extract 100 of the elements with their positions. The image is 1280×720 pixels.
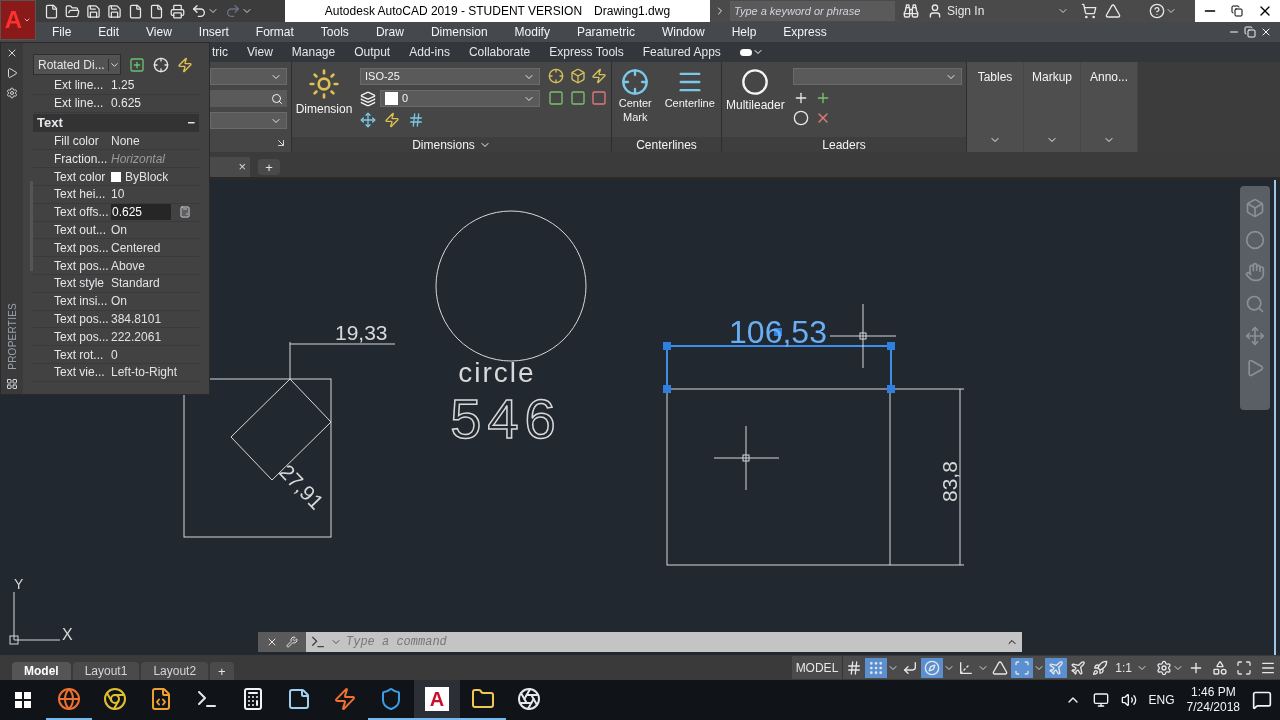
settings-icon[interactable] xyxy=(6,87,18,99)
ribbon-tab[interactable]: Output xyxy=(354,43,391,61)
restore-icon[interactable] xyxy=(1231,5,1244,17)
bolt-icon[interactable] xyxy=(384,112,400,128)
ribbon-tab[interactable]: Manage xyxy=(291,43,336,61)
rectangle-shape[interactable] xyxy=(183,378,332,538)
box-icon[interactable] xyxy=(569,68,586,84)
menu-item[interactable]: Window xyxy=(661,23,705,41)
section-header[interactable]: Text − xyxy=(33,113,199,132)
center-mark-button[interactable]: Center Mark xyxy=(614,68,657,137)
quick-access-button[interactable] xyxy=(86,3,101,19)
circle-shape[interactable] xyxy=(435,210,587,362)
property-value[interactable]: None xyxy=(111,132,140,150)
dropdown-field[interactable] xyxy=(210,68,287,85)
file-tab[interactable]: × xyxy=(210,157,250,177)
search-field[interactable] xyxy=(210,90,287,107)
dimension-line[interactable] xyxy=(289,341,396,380)
quick-access-button[interactable] xyxy=(65,3,80,19)
toggle-icon[interactable] xyxy=(739,46,764,58)
dimension-style-dropdown[interactable]: ISO-25 xyxy=(360,68,541,85)
wrench-icon[interactable] xyxy=(286,636,298,648)
status-toggle[interactable] xyxy=(1045,657,1068,678)
redo-button[interactable] xyxy=(225,3,253,19)
close-icon[interactable] xyxy=(6,47,18,59)
ribbon-tab[interactable]: Add-ins xyxy=(409,43,450,61)
collapsed-panel[interactable]: Anno... xyxy=(1081,62,1137,152)
command-field[interactable]: Type a command xyxy=(306,632,1022,652)
collapsed-panel[interactable]: Markup xyxy=(1024,62,1080,152)
clock-time[interactable]: 1:46 PM xyxy=(1190,685,1236,700)
property-input[interactable]: 0.625 xyxy=(111,204,171,221)
crosshair-icon[interactable] xyxy=(548,68,565,84)
square-icon[interactable] xyxy=(548,90,565,106)
notifications-icon[interactable] xyxy=(1252,690,1272,710)
property-value[interactable]: Centered xyxy=(111,238,161,257)
object-type-dropdown[interactable]: Rotated Di... xyxy=(33,54,121,75)
shapes-icon[interactable] xyxy=(1212,659,1228,676)
fullscreen-icon[interactable] xyxy=(1236,659,1252,676)
menu-item[interactable]: Parametric xyxy=(576,23,635,41)
property-value[interactable]: 384.8101 xyxy=(111,309,162,328)
ribbon-tab[interactable]: tric xyxy=(212,43,228,61)
menu-item[interactable]: Tools xyxy=(320,23,349,41)
quick-access-button[interactable] xyxy=(44,3,59,19)
status-toggle[interactable] xyxy=(865,657,888,678)
annotation-scale[interactable]: 1:1 xyxy=(1111,658,1136,677)
launcher-icon[interactable] xyxy=(275,137,287,149)
model-button[interactable]: MODEL xyxy=(791,656,844,679)
centerline-button[interactable]: Centerline xyxy=(660,68,719,137)
restore-icon[interactable] xyxy=(1244,26,1256,38)
collapsed-panel[interactable]: Tables xyxy=(967,62,1023,152)
menu-item[interactable]: Edit xyxy=(98,23,120,41)
property-value[interactable]: On xyxy=(111,221,127,239)
menu-item[interactable]: Help xyxy=(731,23,757,41)
calculator-icon[interactable] xyxy=(179,206,191,219)
clock-date[interactable]: 7/24/2018 xyxy=(1186,700,1240,715)
layout-tab[interactable]: Layout2 xyxy=(141,662,209,680)
quick-access-button[interactable] xyxy=(107,3,122,19)
ribbon-tab[interactable]: Collaborate xyxy=(468,43,531,61)
layout-tab[interactable]: Layout1 xyxy=(72,662,140,680)
status-toggle[interactable] xyxy=(921,657,944,678)
settings-icon[interactable] xyxy=(1156,659,1172,676)
menu-item[interactable]: View xyxy=(146,23,172,41)
volume-icon[interactable] xyxy=(1120,692,1137,708)
dimension-button[interactable]: Dimension xyxy=(296,68,352,137)
property-value[interactable]: Left-to-Right xyxy=(111,363,178,382)
ribbon-tab[interactable]: View xyxy=(247,43,273,61)
network-icon[interactable] xyxy=(1092,692,1109,708)
search-field[interactable]: Type a keyword or phrase xyxy=(730,1,895,21)
add-layout-button[interactable]: + xyxy=(210,662,234,680)
menu-item[interactable]: Draw xyxy=(375,23,404,41)
ribbon-tab[interactable]: Featured Apps xyxy=(642,43,721,61)
taskbar-app[interactable]: A xyxy=(414,680,460,720)
square-icon[interactable] xyxy=(569,90,586,106)
language-indicator[interactable]: ENG xyxy=(1148,691,1175,709)
menu-item[interactable]: Format xyxy=(255,23,294,41)
quick-access-button[interactable] xyxy=(149,3,164,19)
circle-icon[interactable] xyxy=(792,110,809,126)
property-value[interactable]: On xyxy=(111,292,127,311)
menu-item[interactable]: Modify xyxy=(514,23,550,41)
dropdown-field[interactable] xyxy=(210,112,287,129)
property-value[interactable]: Above xyxy=(111,256,146,275)
menu-item[interactable]: File xyxy=(52,23,72,41)
status-toggle[interactable] xyxy=(1011,657,1034,678)
layout-tab[interactable]: Model xyxy=(12,662,71,680)
new-tab-button[interactable]: + xyxy=(258,159,280,175)
property-value[interactable]: 0 xyxy=(111,345,118,364)
undo-button[interactable] xyxy=(191,3,219,19)
menu-item[interactable]: Express xyxy=(783,23,827,41)
menu-item[interactable]: Insert xyxy=(198,23,229,41)
menu-item[interactable]: Dimension xyxy=(430,23,488,41)
property-value[interactable]: 10 xyxy=(111,185,125,204)
dimension-line[interactable] xyxy=(889,388,965,566)
layer-dropdown[interactable]: 0 xyxy=(380,90,541,107)
property-value[interactable]: 222.2061 xyxy=(111,327,162,346)
multileader-button[interactable]: Multileader xyxy=(726,68,785,137)
square-icon[interactable] xyxy=(591,90,608,106)
bolt-icon[interactable] xyxy=(591,68,608,84)
ribbon-tab[interactable]: Express Tools xyxy=(549,43,624,61)
rectangle-shape[interactable] xyxy=(666,388,891,566)
command-input[interactable]: Type a command xyxy=(346,633,1002,651)
property-value[interactable]: Standard xyxy=(111,274,160,293)
